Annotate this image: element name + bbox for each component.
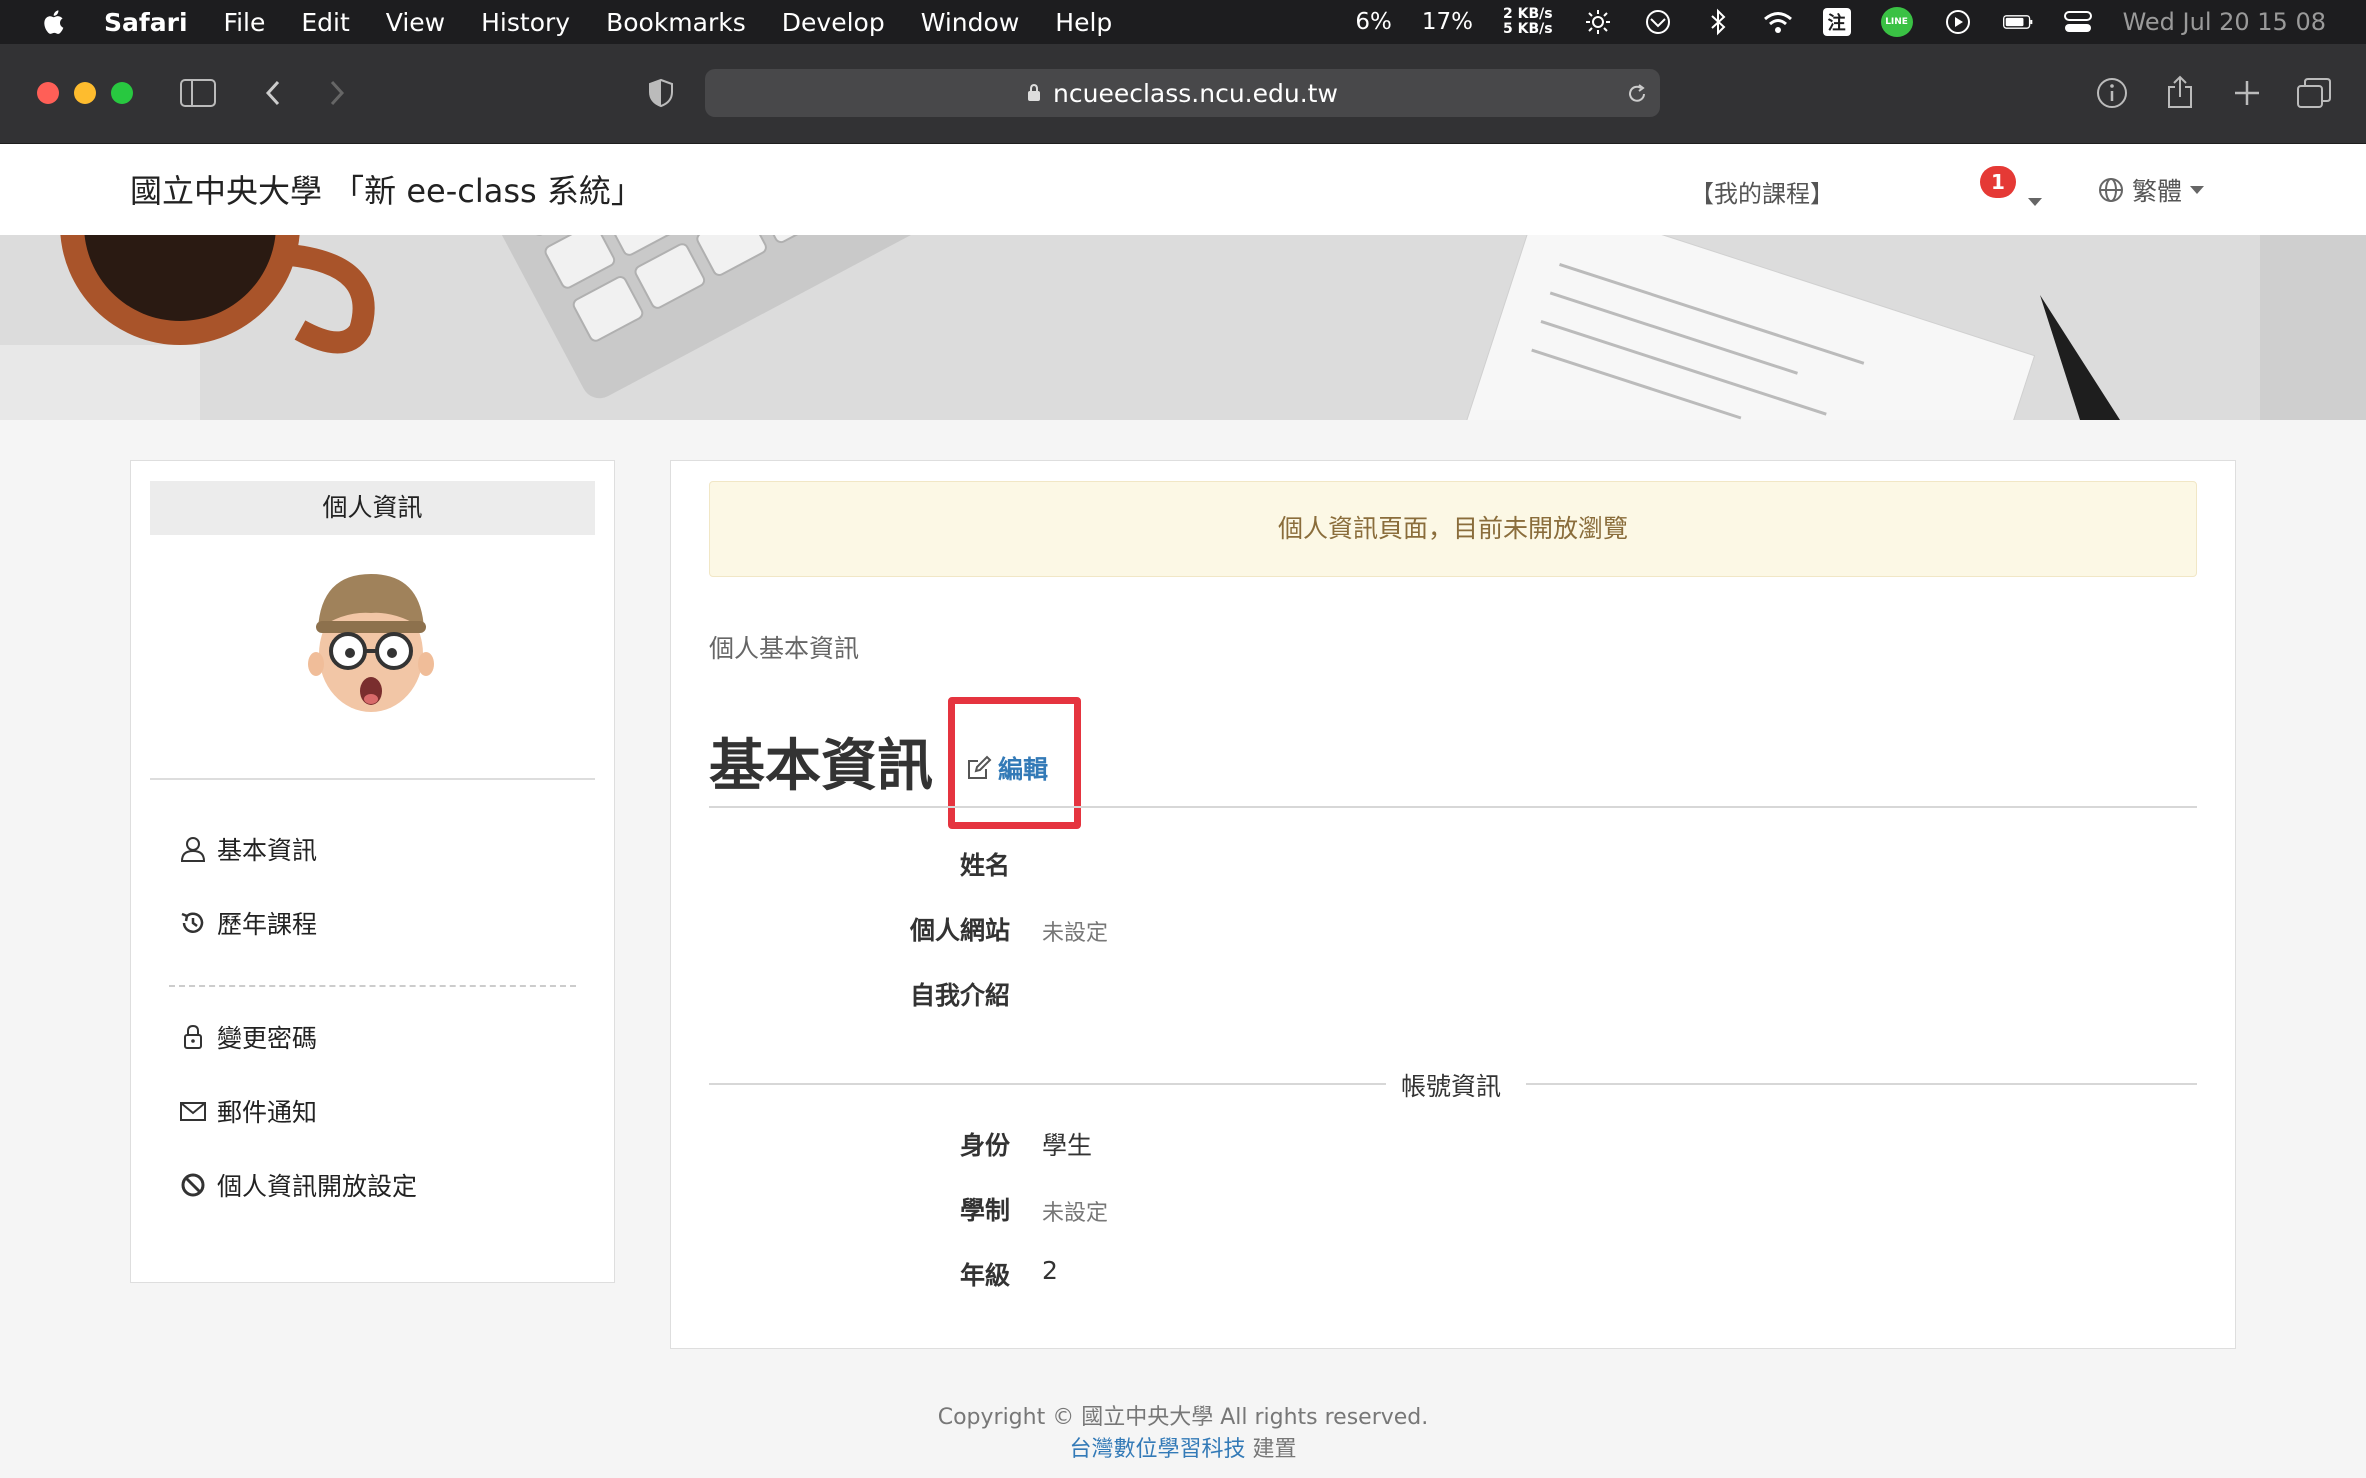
field-value-program: 未設定: [1042, 1201, 1109, 1226]
field-label-grade: 年級: [959, 1261, 1010, 1290]
menu-file[interactable]: File: [224, 8, 266, 37]
page-title: 基本資訊: [709, 734, 933, 799]
site-header: 國立中央大學 「新 ee-class 系統」 【我的課程】 1 繁體: [0, 144, 2366, 235]
field-label-program: 學制: [959, 1196, 1010, 1225]
section-divider-left: [709, 1083, 1386, 1085]
history-icon: [181, 912, 204, 933]
battery-icon[interactable]: [2002, 7, 2033, 37]
forward-icon[interactable]: [322, 76, 352, 110]
copyright-text: Copyright © 國立中央大學 All rights reserved.: [937, 1405, 1429, 1430]
status-area: 6% 17% 2 KB/s 5 KB/s 注 LINE Wed Jul 20 1…: [1355, 0, 2326, 44]
close-window-button[interactable]: [37, 82, 59, 104]
highlight-box: [948, 697, 1081, 829]
vpn-icon[interactable]: [1643, 7, 1673, 37]
lock-icon: [184, 1024, 202, 1049]
chevron-down-icon: [2190, 186, 2205, 194]
sidebar-item-basic-info[interactable]: 基本資訊: [179, 831, 317, 867]
notification-badge: 1: [1980, 166, 2016, 198]
brightness-icon[interactable]: [1583, 7, 1613, 37]
menu-develop[interactable]: Develop: [782, 8, 885, 37]
menu-history[interactable]: History: [481, 8, 570, 37]
menu-bookmarks[interactable]: Bookmarks: [606, 8, 746, 37]
wifi-icon[interactable]: [1763, 7, 1793, 37]
builder-line: 台灣數位學習科技 建置: [0, 1434, 2366, 1466]
notification-dropdown[interactable]: 1: [1980, 158, 2042, 218]
info-icon[interactable]: [2095, 76, 2129, 110]
network-speed[interactable]: 2 KB/s 5 KB/s: [1503, 7, 1553, 37]
url-text: ncueeclass.ncu.edu.tw: [1053, 78, 1338, 108]
envelope-icon: [180, 1102, 206, 1121]
profile-sidebar: 個人資訊 基本資訊 歷年課程 變更密碼 郵件通知 個人資訊開放設定: [130, 460, 615, 1283]
sidebar-toggle-icon[interactable]: [178, 76, 218, 110]
field-value-grade: 2: [1042, 1256, 1058, 1285]
sidebar-item-course-history[interactable]: 歷年課程: [179, 905, 317, 941]
field-value-identity: 學生: [1042, 1131, 1093, 1160]
notice-alert: 個人資訊頁面，目前未開放瀏覽: [709, 481, 2197, 577]
menu-edit[interactable]: Edit: [301, 8, 349, 37]
menu-view[interactable]: View: [386, 8, 445, 37]
user-icon: [180, 837, 206, 862]
bluetooth-icon[interactable]: [1703, 7, 1733, 37]
field-label-bio: 自我介紹: [909, 981, 1010, 1010]
new-tab-icon[interactable]: [2230, 76, 2264, 110]
banner-image: [0, 235, 2366, 420]
my-courses-link[interactable]: 【我的課程】: [1690, 174, 1834, 209]
sidebar-item-label: 歷年課程: [217, 910, 318, 939]
zoom-window-button[interactable]: [111, 82, 133, 104]
sidebar-item-change-password[interactable]: 變更密碼: [179, 1019, 317, 1055]
page-subheading: 個人基本資訊: [709, 634, 860, 663]
menubar-datetime[interactable]: Wed Jul 20 15 08: [2123, 8, 2326, 36]
menu-safari[interactable]: Safari: [104, 8, 188, 37]
cpu-usage[interactable]: 6%: [1355, 9, 1392, 35]
account-section-title: 帳號資訊: [1401, 1072, 1502, 1101]
control-center-icon[interactable]: [2063, 7, 2093, 37]
language-dropdown[interactable]: 繁體: [2098, 172, 2205, 208]
sidebar-item-privacy-settings[interactable]: 個人資訊開放設定: [179, 1167, 417, 1203]
net-up: 2 KB/s: [1502, 6, 1553, 22]
line-app-icon[interactable]: LINE: [1880, 7, 1913, 37]
sidebar-title: 個人資訊: [150, 481, 595, 535]
site-title[interactable]: 國立中央大學 「新 ee-class 系統」: [130, 166, 643, 212]
menu-window[interactable]: Window: [921, 8, 1020, 37]
lock-icon: [1028, 84, 1041, 101]
back-icon[interactable]: [258, 76, 288, 110]
menu-help[interactable]: Help: [1055, 8, 1112, 37]
builder-link[interactable]: 台灣數位學習科技: [1069, 1437, 1245, 1462]
sidebar-item-label: 變更密碼: [217, 1024, 318, 1053]
macos-menubar: Safari File Edit View History Bookmarks …: [0, 0, 2366, 44]
field-label-identity: 身份: [959, 1131, 1010, 1160]
avatar: [308, 574, 434, 712]
language-label: 繁體: [2132, 177, 2183, 206]
privacy-shield-icon[interactable]: [646, 76, 676, 110]
input-method-icon[interactable]: 注: [1822, 8, 1851, 36]
play-icon[interactable]: [1943, 7, 1973, 37]
field-label-website: 個人網站: [909, 916, 1010, 945]
builder-suffix: 建置: [1245, 1437, 1297, 1462]
sidebar-dashed-divider: [169, 985, 576, 987]
title-divider: [709, 806, 2197, 808]
chevron-down-icon: [2028, 198, 2042, 206]
address-bar[interactable]: ncueeclass.ncu.edu.tw: [705, 69, 1660, 117]
profile-main-panel: 個人資訊頁面，目前未開放瀏覽 個人基本資訊 基本資訊 編輯 姓名 個人網站 未設…: [670, 460, 2236, 1349]
tab-overview-icon[interactable]: [2296, 76, 2332, 110]
reload-icon[interactable]: [1626, 83, 1648, 105]
field-value-website: 未設定: [1042, 921, 1109, 946]
sidebar-item-label: 郵件通知: [217, 1098, 318, 1127]
sidebar-item-label: 個人資訊開放設定: [217, 1172, 418, 1201]
ban-icon: [181, 1173, 205, 1197]
sidebar-divider: [150, 778, 595, 780]
field-label-name: 姓名: [959, 851, 1010, 880]
browser-toolbar: ncueeclass.ncu.edu.tw: [0, 44, 2366, 144]
sidebar-item-label: 基本資訊: [217, 836, 318, 865]
net-down: 5 KB/s: [1502, 21, 1553, 37]
share-icon[interactable]: [2163, 74, 2197, 110]
section-divider-right: [1526, 1083, 2197, 1085]
apple-icon[interactable]: [38, 6, 70, 38]
minimize-window-button[interactable]: [74, 82, 96, 104]
sidebar-item-mail-notification[interactable]: 郵件通知: [179, 1093, 317, 1129]
page-footer: Copyright © 國立中央大學 All rights reserved. …: [0, 1402, 2366, 1466]
globe-icon: [2099, 178, 2123, 202]
memory-usage[interactable]: 17%: [1422, 9, 1473, 35]
